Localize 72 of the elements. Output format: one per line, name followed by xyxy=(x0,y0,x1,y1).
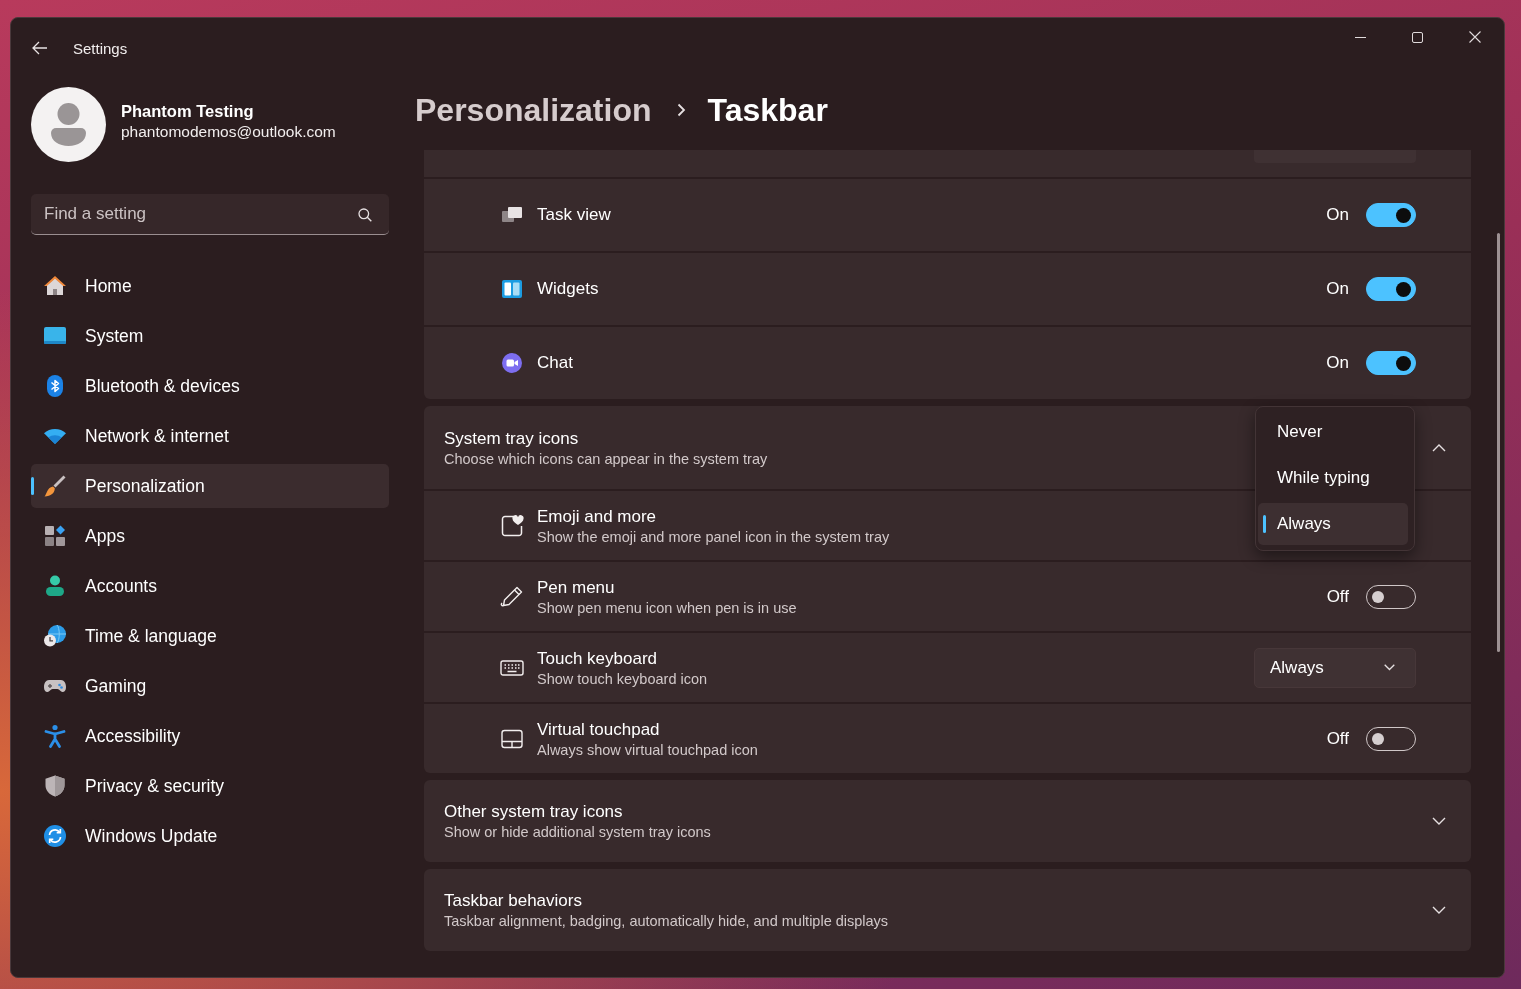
dropdown-button[interactable]: Always xyxy=(1254,647,1416,688)
video-chat-icon xyxy=(502,353,522,373)
toggle-switch[interactable] xyxy=(1366,203,1416,227)
maximize-icon xyxy=(1412,31,1423,43)
window-title: Settings xyxy=(73,40,128,57)
section-title: Other system tray icons xyxy=(444,802,623,822)
search-icon xyxy=(358,208,372,222)
toggle-state-label: On xyxy=(1326,279,1349,299)
sidebar-item[interactable]: Apps xyxy=(31,514,389,558)
sidebar-item[interactable]: Bluetooth & devices xyxy=(31,364,389,408)
sidebar-item[interactable]: Accessibility xyxy=(31,714,389,758)
setting-label: Pen menu xyxy=(537,577,615,598)
sidebar-item[interactable]: Home xyxy=(31,264,389,308)
menu-option[interactable]: Never xyxy=(1258,410,1408,453)
minimize-icon xyxy=(1355,36,1366,38)
setting-label: Virtual touchpad xyxy=(537,719,660,740)
menu-option[interactable]: Always xyxy=(1258,502,1408,545)
setting-label: Task view xyxy=(537,205,611,225)
paintbrush-icon xyxy=(43,474,67,498)
section-subtitle: Show or hide additional system tray icons xyxy=(444,824,711,840)
setting-label: Emoji and more xyxy=(537,506,657,527)
toggle-state-label: Off xyxy=(1326,586,1349,607)
sidebar-item[interactable]: Time & language xyxy=(31,614,389,658)
refresh-icon xyxy=(43,824,67,848)
section-title: System tray icons xyxy=(444,428,579,449)
sidebar-item[interactable]: Gaming xyxy=(31,664,389,708)
heart-tile-icon xyxy=(500,513,524,538)
overlapping-windows-icon xyxy=(502,205,522,225)
toggle-state-label: On xyxy=(1326,205,1349,225)
avatar-icon xyxy=(31,87,106,162)
profile-name: Phantom Testing xyxy=(121,101,254,121)
setting-label: Chat xyxy=(537,353,573,373)
widget-tiles-icon xyxy=(502,279,522,299)
home-icon xyxy=(43,274,67,298)
section-title: Taskbar behaviors xyxy=(444,891,582,911)
setting-description: Show pen menu icon when pen is in use xyxy=(537,599,797,616)
toggle-state-label: On xyxy=(1326,353,1349,373)
breadcrumb-link[interactable]: Personalization xyxy=(415,91,652,129)
chevron-right-icon xyxy=(676,103,686,117)
toggle-switch[interactable] xyxy=(1366,351,1416,375)
setting-description: Show the emoji and more panel icon in the system tray xyxy=(537,528,890,545)
section-subtitle: Choose which icons can appear in the system tray xyxy=(444,450,768,467)
sidebar-item[interactable]: Windows Update xyxy=(31,814,389,858)
toggle-state-label: Off xyxy=(1326,728,1349,749)
sidebar-item[interactable]: Privacy & security xyxy=(31,764,389,808)
sidebar-item[interactable]: System xyxy=(31,314,389,358)
expander-header[interactable]: Other system tray icons Show or hide additional system tray icons xyxy=(424,780,1471,862)
shield-icon xyxy=(43,774,67,798)
person-icon xyxy=(43,574,67,598)
app-tiles-icon xyxy=(43,524,67,548)
selection-indicator xyxy=(1263,514,1266,533)
close-icon xyxy=(1469,31,1481,43)
profile-email: phantomodemos@outlook.com xyxy=(121,122,336,141)
search-field[interactable]: Find a setting xyxy=(31,194,389,235)
back-arrow-icon xyxy=(32,41,48,55)
pen-icon xyxy=(500,584,524,609)
setting-label: Touch keyboard xyxy=(537,648,658,669)
chevron-down-icon xyxy=(1384,664,1395,671)
setting-description: Show touch keyboard icon xyxy=(537,670,708,687)
scrollbar-thumb[interactable] xyxy=(1497,233,1500,652)
sidebar-item[interactable]: Personalization xyxy=(31,464,389,508)
toggle-switch[interactable] xyxy=(1366,277,1416,301)
setting-label: Widgets xyxy=(537,279,599,299)
expander-header[interactable]: Taskbar behaviors Taskbar alignment, badging, automatically hide, and multiple displays xyxy=(424,869,1471,951)
sidebar-item[interactable]: Accounts xyxy=(31,564,389,608)
accessibility-figure-icon xyxy=(43,724,67,748)
section-subtitle: Taskbar alignment, badging, automatically hide, and multiple displays xyxy=(444,913,889,929)
selection-indicator xyxy=(31,477,34,495)
sidebar-item[interactable]: Network & internet xyxy=(31,414,389,458)
globe-clock-icon xyxy=(43,624,67,648)
setting-description: Always show virtual touchpad icon xyxy=(537,741,758,758)
page-title: Taskbar xyxy=(707,91,828,129)
